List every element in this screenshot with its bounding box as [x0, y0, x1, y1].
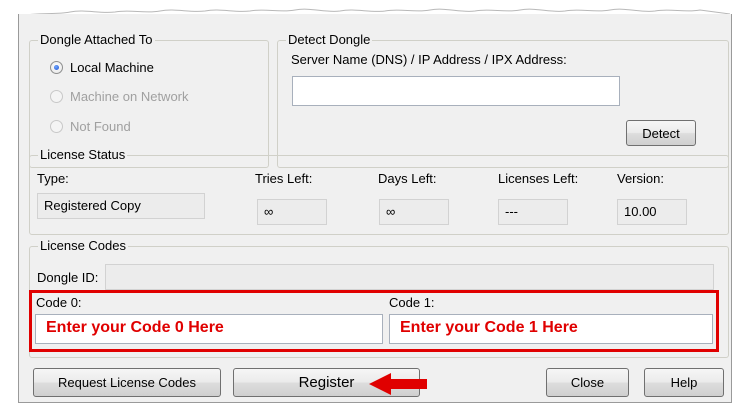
detect-dongle-title: Detect Dongle [286, 32, 373, 48]
licenses-left-label: Licenses Left: [498, 171, 579, 186]
tries-left-label: Tries Left: [255, 171, 313, 186]
radio-not-found-label: Not Found [70, 118, 131, 134]
server-name-input[interactable] [292, 76, 620, 106]
days-left-value: ∞ [379, 199, 449, 225]
type-value: Registered Copy [37, 193, 205, 219]
radio-button-icon [50, 119, 63, 133]
help-button[interactable]: Help [644, 368, 724, 397]
license-status-title: License Status [38, 147, 128, 163]
request-license-codes-button[interactable]: Request License Codes [33, 368, 221, 397]
license-status-group: License Status Type: Registered Copy Tri… [29, 147, 729, 235]
radio-not-found[interactable]: Not Found [50, 117, 131, 135]
radio-button-icon [50, 89, 63, 103]
detect-dongle-group: Detect Dongle Server Name (DNS) / IP Add… [277, 32, 729, 168]
radio-button-icon [50, 60, 63, 74]
days-left-label: Days Left: [378, 171, 437, 186]
red-arrow-icon [369, 373, 427, 395]
dongle-id-field [105, 264, 714, 290]
code-highlight-box [29, 290, 719, 352]
close-button[interactable]: Close [546, 368, 629, 397]
version-label: Version: [617, 171, 664, 186]
licenses-left-value: --- [498, 199, 568, 225]
dongle-id-label: Dongle ID: [37, 270, 99, 285]
dongle-attached-title: Dongle Attached To [38, 32, 155, 48]
radio-local-machine-label: Local Machine [70, 59, 154, 75]
radio-machine-on-network[interactable]: Machine on Network [50, 87, 189, 105]
license-dialog: Dongle Attached To Local Machine Machine… [18, 14, 732, 403]
license-codes-title: License Codes [38, 238, 128, 254]
detect-button[interactable]: Detect [626, 120, 696, 146]
server-name-label: Server Name (DNS) / IP Address / IPX Add… [291, 52, 567, 67]
type-label: Type: [37, 171, 69, 186]
radio-machine-on-network-label: Machine on Network [70, 88, 189, 104]
radio-local-machine[interactable]: Local Machine [50, 58, 154, 76]
version-value: 10.00 [617, 199, 687, 225]
tries-left-value: ∞ [257, 199, 327, 225]
